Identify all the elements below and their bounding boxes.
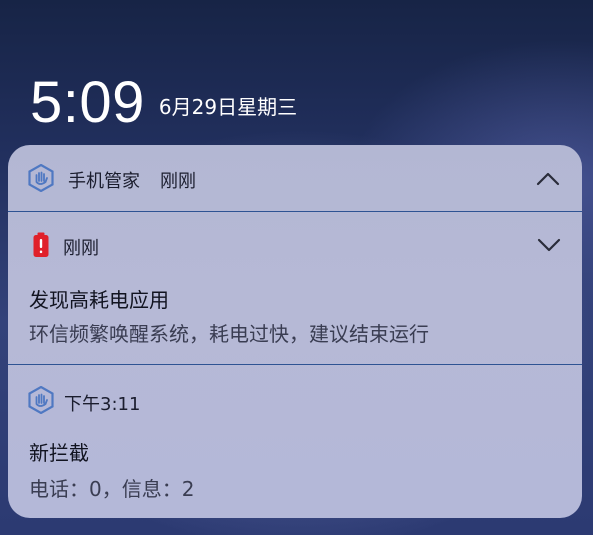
battery-warning-icon <box>32 232 50 262</box>
notification-group-header[interactable]: 手机管家 刚刚 <box>8 145 582 211</box>
clock-date: 6月29日星期三 <box>158 95 298 119</box>
lockscreen-clock: 5:09 6月29日星期三 <box>30 62 297 132</box>
notification-body: 电话：0，信息：2 <box>29 477 195 501</box>
chevron-down-icon[interactable] <box>536 237 562 253</box>
notification-item[interactable]: 刚刚 发现高耗电应用 环信频繁唤醒系统，耗电过快，建议结束运行 <box>8 212 582 364</box>
clock-time: 5:09 <box>30 70 145 135</box>
shield-hand-icon <box>28 385 54 415</box>
notification-item[interactable]: 下午3:11 新拦截 电话：0，信息：2 <box>8 365 582 518</box>
notification-body: 环信频繁唤醒系统，耗电过快，建议结束运行 <box>29 322 429 346</box>
notification-card[interactable]: 手机管家 刚刚 刚刚 发现高耗电应用 环信频繁唤醒系统，耗电过快，建议结束运行 <box>8 145 582 518</box>
app-name: 手机管家 <box>68 171 140 192</box>
notification-title: 新拦截 <box>29 441 89 465</box>
group-timestamp: 刚刚 <box>160 171 196 192</box>
notification-timestamp: 刚刚 <box>63 238 99 259</box>
chevron-up-icon[interactable] <box>535 171 561 187</box>
notification-title: 发现高耗电应用 <box>29 288 169 312</box>
shield-hand-icon <box>28 163 54 193</box>
notification-timestamp: 下午3:11 <box>64 394 141 415</box>
